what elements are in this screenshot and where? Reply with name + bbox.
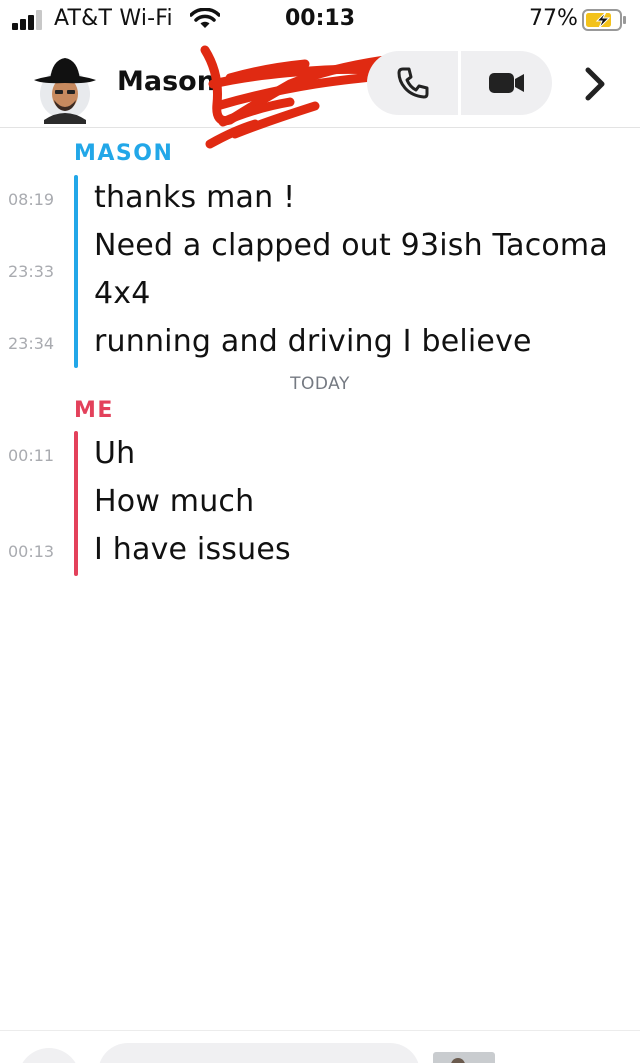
chat-header: Mason xyxy=(0,44,640,149)
message-timestamp: 23:33 xyxy=(8,262,55,281)
battery-charging-icon xyxy=(582,8,628,36)
call-actions xyxy=(367,51,552,115)
bottom-divider xyxy=(0,1030,640,1031)
sender-label-friend: MASON xyxy=(74,141,174,166)
message-timestamp: 08:19 xyxy=(8,190,55,209)
sender-label-me: ME xyxy=(74,398,114,423)
video-call-button[interactable] xyxy=(461,51,552,115)
camera-button[interactable] xyxy=(18,1048,80,1063)
status-bar: AT&T Wi-Fi 00:13 77% xyxy=(0,0,640,44)
friend-message-bar xyxy=(74,175,78,368)
message-text[interactable]: 4x4 xyxy=(94,276,151,311)
message-text[interactable]: I have issues xyxy=(94,532,291,567)
message-text[interactable]: running and driving I believe xyxy=(94,324,532,359)
chat-input[interactable] xyxy=(98,1043,420,1063)
message-text[interactable]: Uh xyxy=(94,436,135,471)
message-timestamp: 00:13 xyxy=(8,542,55,561)
message-text[interactable]: How much xyxy=(94,484,254,519)
message-text[interactable]: Need a clapped out 93ish Tacoma xyxy=(94,228,608,263)
message-timestamp: 23:34 xyxy=(8,334,55,353)
more-button[interactable] xyxy=(578,62,614,106)
media-thumbnail[interactable] xyxy=(433,1052,495,1063)
voice-call-button[interactable] xyxy=(367,51,458,115)
message-timestamp: 00:11 xyxy=(8,446,55,465)
day-separator: TODAY xyxy=(290,374,350,394)
message-text[interactable]: thanks man ! xyxy=(94,180,295,215)
avatar[interactable] xyxy=(30,50,100,124)
my-message-bar xyxy=(74,431,78,576)
battery-percentage: 77% xyxy=(529,6,578,31)
